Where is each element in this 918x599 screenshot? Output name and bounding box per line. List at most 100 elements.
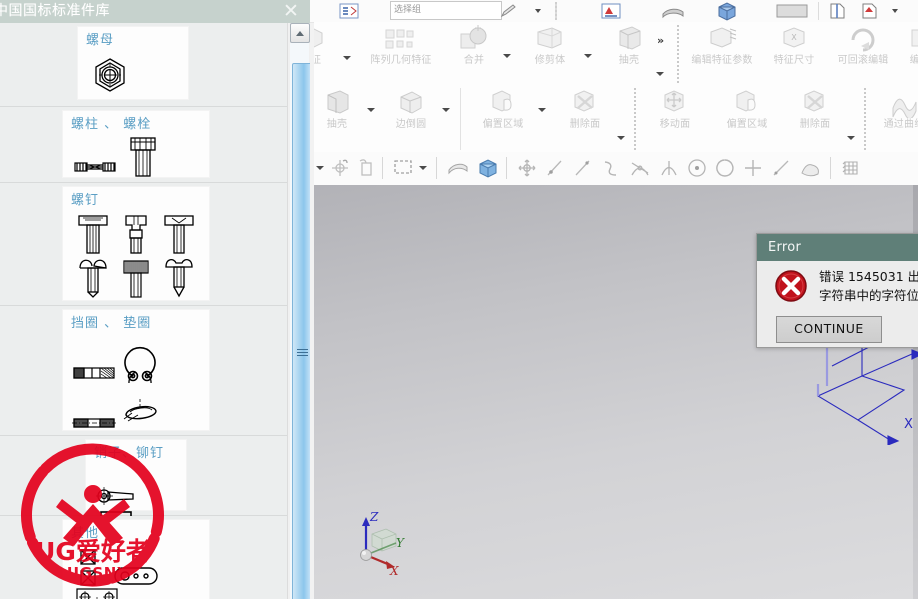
page-icon[interactable]	[828, 0, 846, 22]
bearing-plate-icon[interactable]	[71, 588, 123, 599]
feature-dimension-icon: X	[762, 24, 826, 54]
spring-washer-icon[interactable]	[117, 383, 163, 431]
circle-center-icon[interactable]	[686, 157, 708, 183]
ribbon-button-rollback-edit[interactable]: 可回滚编辑	[830, 24, 896, 84]
square-plate-icon[interactable]	[71, 545, 111, 589]
stud-icon[interactable]	[71, 140, 119, 180]
snap-object-icon[interactable]	[356, 157, 376, 183]
chevron-down-icon[interactable]	[442, 108, 450, 112]
svg-text:X: X	[791, 33, 797, 42]
offset-region-icon	[714, 88, 780, 118]
chevron-down-icon[interactable]	[343, 56, 351, 60]
ribbon-button-edge-blend[interactable]: 边倒圆	[382, 88, 440, 148]
flat-head-screw-icon[interactable]	[157, 212, 200, 256]
ribbon-button-through-curves[interactable]: 通过曲线	[874, 88, 918, 148]
library-card[interactable]: 螺钉	[63, 187, 209, 300]
render-style-icon[interactable]	[476, 157, 500, 183]
ribbon-button-pattern-geometry[interactable]: 阵列几何特征	[362, 24, 440, 84]
library-section: 螺柱 、 螺栓	[0, 107, 287, 221]
solid-body-icon[interactable]	[715, 0, 739, 22]
plus-point-icon[interactable]	[742, 157, 764, 183]
button-head-screw-icon[interactable]	[71, 256, 114, 300]
sheet-body-icon[interactable]	[660, 0, 686, 22]
library-scrollbar[interactable]	[287, 23, 310, 599]
close-icon[interactable]: ✕	[280, 1, 302, 22]
ribbon-button-shell-2[interactable]: 抽壳	[314, 88, 366, 148]
ribbon-button-offset-region[interactable]: 偏置区域	[470, 88, 536, 148]
ribbon-button-trim-body[interactable]: 修剪体	[519, 24, 581, 84]
datum-icon[interactable]	[600, 0, 622, 22]
ribbon-button-delete-face-2[interactable]: 删除面	[784, 88, 846, 148]
unite-icon	[446, 24, 502, 54]
scroll-up-arrow-icon[interactable]	[290, 23, 310, 43]
select-caret-icon[interactable]	[419, 166, 427, 170]
hex-bolt-icon[interactable]	[119, 136, 167, 180]
chevron-down-icon[interactable]	[847, 136, 855, 140]
chevron-down-icon[interactable]	[538, 108, 546, 112]
taper-pin-icon[interactable]	[94, 465, 138, 507]
face-icon[interactable]	[798, 157, 822, 183]
knurled-screw-icon[interactable]	[114, 256, 157, 300]
circlip-icon[interactable]	[117, 335, 163, 383]
library-card[interactable]: 销子、铆钉	[86, 440, 186, 546]
chevron-down-icon[interactable]	[656, 72, 664, 76]
library-card-title: 销子、铆钉	[94, 446, 165, 461]
ribbon-button-move-face[interactable]: 移动面	[644, 88, 706, 148]
cheese-head-screw-icon[interactable]	[71, 212, 114, 256]
snap-point-icon[interactable]	[330, 157, 350, 183]
ribbon-button-edit-feature-params[interactable]: 编辑特征参数	[686, 24, 758, 84]
oval-slot-icon[interactable]	[111, 545, 163, 589]
library-titlebar: 中国国标标准件库 ✕	[0, 0, 310, 23]
sketch-dimension-icon[interactable]	[338, 0, 360, 22]
model-axis-x-label: X	[904, 417, 913, 432]
spline-icon[interactable]	[600, 157, 622, 183]
chevron-down-icon[interactable]	[367, 108, 375, 112]
standard-parts-library-panel: 中国国标标准件库 ✕ 螺母 螺柱 、 螺栓 螺钉 挡圈 、 垫圈 销子、铆钉 其…	[0, 0, 310, 599]
rollback-edit-icon	[830, 24, 896, 54]
circle-icon[interactable]	[714, 157, 736, 183]
ribbon-button-label: 编辑	[900, 55, 918, 67]
ribbon-button-offset-region-2[interactable]: 偏置区域	[714, 88, 780, 148]
continue-button[interactable]: CONTINUE	[776, 316, 882, 343]
hide-icon[interactable]	[446, 157, 470, 181]
ribbon-button-feature-dimension[interactable]: X 特征尺寸	[762, 24, 826, 84]
ribbon-combo[interactable]: 选择组	[390, 1, 502, 20]
scrollbar-thumb[interactable]	[292, 63, 310, 599]
chevron-down-icon[interactable]	[535, 9, 541, 13]
line2-icon[interactable]	[770, 157, 792, 183]
hex-nut-icon[interactable]	[86, 52, 134, 96]
rectangle-select-icon[interactable]	[392, 157, 414, 181]
ribbon-button-shell[interactable]: 抽壳	[601, 24, 657, 84]
intersection-icon[interactable]	[628, 157, 652, 183]
ribbon-button-edit[interactable]: 编辑	[900, 24, 918, 84]
retaining-ring-icon[interactable]	[71, 335, 117, 383]
dialog-message: 错误 1545031 出现在第 25 行（get_file_name 中）。 字…	[819, 267, 918, 305]
chevron-down-icon[interactable]	[892, 9, 898, 13]
ribbon-overflow-button[interactable]: »	[657, 34, 664, 47]
library-title: 中国国标标准件库	[0, 3, 110, 19]
point-on-curve-icon[interactable]	[544, 157, 566, 183]
error-dialog[interactable]: Error 错误 1545031 出现在第 25 行（get_file_name…	[756, 233, 918, 348]
flat-washer-icon[interactable]	[71, 383, 117, 431]
ribbon-button-unite[interactable]: 合并	[446, 24, 502, 84]
chevron-down-icon[interactable]	[617, 136, 625, 140]
arc-center-icon[interactable]	[658, 157, 680, 183]
pencil-icon[interactable]	[500, 0, 518, 22]
page-red-icon[interactable]	[860, 0, 878, 22]
chevron-down-icon[interactable]	[503, 54, 511, 58]
line-icon[interactable]	[572, 157, 594, 183]
library-card[interactable]: 螺母	[78, 27, 188, 131]
socket-screw-icon[interactable]	[114, 212, 157, 256]
grid-icon[interactable]	[840, 157, 862, 183]
ribbon-button-delete-face[interactable]: 删除面	[554, 88, 616, 148]
plane-icon[interactable]	[775, 0, 809, 22]
chevron-down-icon[interactable]	[584, 54, 592, 58]
ribbon-button-feature[interactable]: 特征	[314, 24, 342, 84]
library-card[interactable]: 挡圈 、 垫圈	[63, 310, 209, 475]
scrollbar-track[interactable]	[290, 43, 310, 599]
move-object-icon[interactable]	[516, 157, 538, 183]
library-card[interactable]: 其他	[63, 520, 209, 599]
slotted-screw-icon[interactable]	[157, 256, 200, 300]
chevron-down-icon[interactable]	[316, 166, 324, 170]
library-card[interactable]: 螺柱 、 螺栓	[63, 111, 209, 221]
